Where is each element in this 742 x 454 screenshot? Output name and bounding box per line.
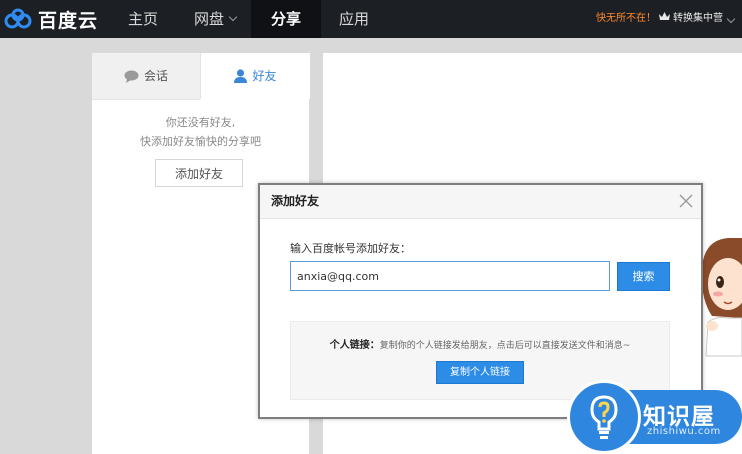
tab-chat[interactable]: 会话	[92, 53, 200, 100]
personal-link-desc: 复制你的个人链接发给朋友，点击后可以直接发送文件和消息~	[379, 341, 631, 351]
add-friend-button[interactable]: 添加好友	[155, 159, 243, 187]
tab-chat-label: 会话	[143, 69, 168, 83]
nav-share-label: 分享	[270, 10, 301, 28]
question-bulb-icon	[567, 380, 641, 454]
top-nav-bar: 百度云 主页 网盘 分享 应用 快无所不在！ 转换集中营	[0, 0, 742, 38]
nav-disk-label: 网盘	[193, 10, 224, 28]
search-button[interactable]: 搜索	[617, 262, 670, 291]
empty-message-line1: 你还没有好友,	[165, 116, 236, 129]
tab-friends-label: 好友	[252, 69, 277, 83]
dialog-title: 添加好友	[271, 194, 320, 208]
tab-friends[interactable]: 好友	[200, 53, 310, 99]
nav-disk[interactable]: 网盘	[182, 0, 248, 38]
copy-personal-link-button[interactable]: 复制个人链接	[436, 361, 524, 384]
watermark: 知识屋 zhishiwu.com	[567, 380, 742, 454]
logo[interactable]: 百度云	[4, 7, 99, 32]
chat-bubble-icon	[124, 56, 139, 102]
personal-link-text: 个人链接：复制你的个人链接发给朋友，点击后可以直接发送文件和消息~	[291, 336, 669, 351]
user-icon	[234, 56, 248, 102]
watermark-subtitle: zhishiwu.com	[647, 426, 721, 437]
close-icon[interactable]	[679, 194, 693, 208]
switch-menu[interactable]: 转换集中营	[659, 0, 736, 38]
chevron-down-icon	[726, 14, 736, 24]
cartoon-illustration	[698, 238, 742, 365]
promo-link[interactable]: 快无所不在！	[596, 0, 656, 38]
baidu-cloud-icon	[4, 8, 34, 30]
nav-share[interactable]: 分享	[251, 0, 321, 38]
switch-label: 转换集中营	[673, 13, 723, 24]
panel-tabs: 会话 好友	[92, 53, 310, 100]
account-input-label: 输入百度帐号添加好友：	[290, 242, 411, 255]
nav-apps[interactable]: 应用	[321, 0, 387, 38]
account-input[interactable]	[290, 261, 610, 291]
crown-icon	[659, 0, 670, 38]
nav-home-label: 主页	[127, 10, 158, 28]
chevron-down-icon	[228, 12, 238, 22]
nav-home[interactable]: 主页	[110, 0, 176, 38]
personal-link-label: 个人链接：	[329, 340, 380, 351]
dialog-header: 添加好友	[260, 185, 701, 219]
nav-apps-label: 应用	[338, 10, 369, 28]
empty-message-line2: 快添加好友愉快的分享吧	[140, 135, 261, 148]
logo-text: 百度云	[38, 9, 99, 32]
